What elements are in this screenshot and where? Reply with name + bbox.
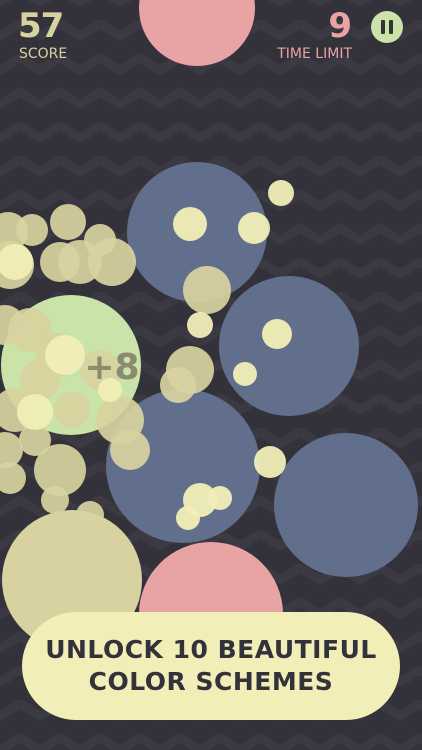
cream-particle[interactable] bbox=[160, 367, 196, 403]
cream-particle[interactable] bbox=[183, 266, 231, 314]
pause-button[interactable] bbox=[371, 11, 403, 43]
promo-line-2: COLOR SCHEMES bbox=[88, 667, 334, 696]
yellow-dot[interactable] bbox=[233, 362, 257, 386]
yellow-dot[interactable] bbox=[254, 446, 286, 478]
yellow-dot[interactable] bbox=[238, 212, 270, 244]
yellow-dot[interactable] bbox=[268, 180, 294, 206]
cream-particle[interactable] bbox=[0, 462, 26, 494]
score-label: SCORE bbox=[19, 46, 68, 62]
cream-particle[interactable] bbox=[88, 238, 136, 286]
cream-particle[interactable] bbox=[41, 486, 69, 514]
time-limit-label: TIME LIMIT bbox=[277, 46, 352, 62]
yellow-dot[interactable] bbox=[176, 506, 200, 530]
pink-circle[interactable] bbox=[139, 0, 255, 66]
cream-particle[interactable] bbox=[40, 242, 80, 282]
blue-circle[interactable] bbox=[219, 276, 359, 416]
cream-particle[interactable] bbox=[50, 204, 86, 240]
cream-particle[interactable] bbox=[110, 430, 150, 470]
cream-particle[interactable] bbox=[76, 501, 104, 529]
promo-banner[interactable]: UNLOCK 10 BEAUTIFUL COLOR SCHEMES bbox=[22, 612, 400, 720]
time-limit-value: 9 bbox=[328, 6, 352, 46]
score-value: 57 bbox=[18, 6, 64, 46]
cream-particle[interactable] bbox=[54, 392, 90, 428]
yellow-dot[interactable] bbox=[208, 486, 232, 510]
bonus-popup: +8 bbox=[84, 347, 139, 388]
yellow-dot[interactable] bbox=[262, 319, 292, 349]
yellow-dot[interactable] bbox=[187, 312, 213, 338]
game-stage[interactable]: +8 57 SCORE 9 TIME LIMIT UNLOCK 10 BEAUT… bbox=[0, 0, 422, 750]
blue-circle[interactable] bbox=[274, 433, 418, 577]
yellow-dot[interactable] bbox=[17, 394, 53, 430]
yellow-dot[interactable] bbox=[45, 335, 85, 375]
yellow-dot[interactable] bbox=[173, 207, 207, 241]
cream-particle[interactable] bbox=[16, 214, 48, 246]
promo-line-1: UNLOCK 10 BEAUTIFUL bbox=[45, 635, 377, 664]
